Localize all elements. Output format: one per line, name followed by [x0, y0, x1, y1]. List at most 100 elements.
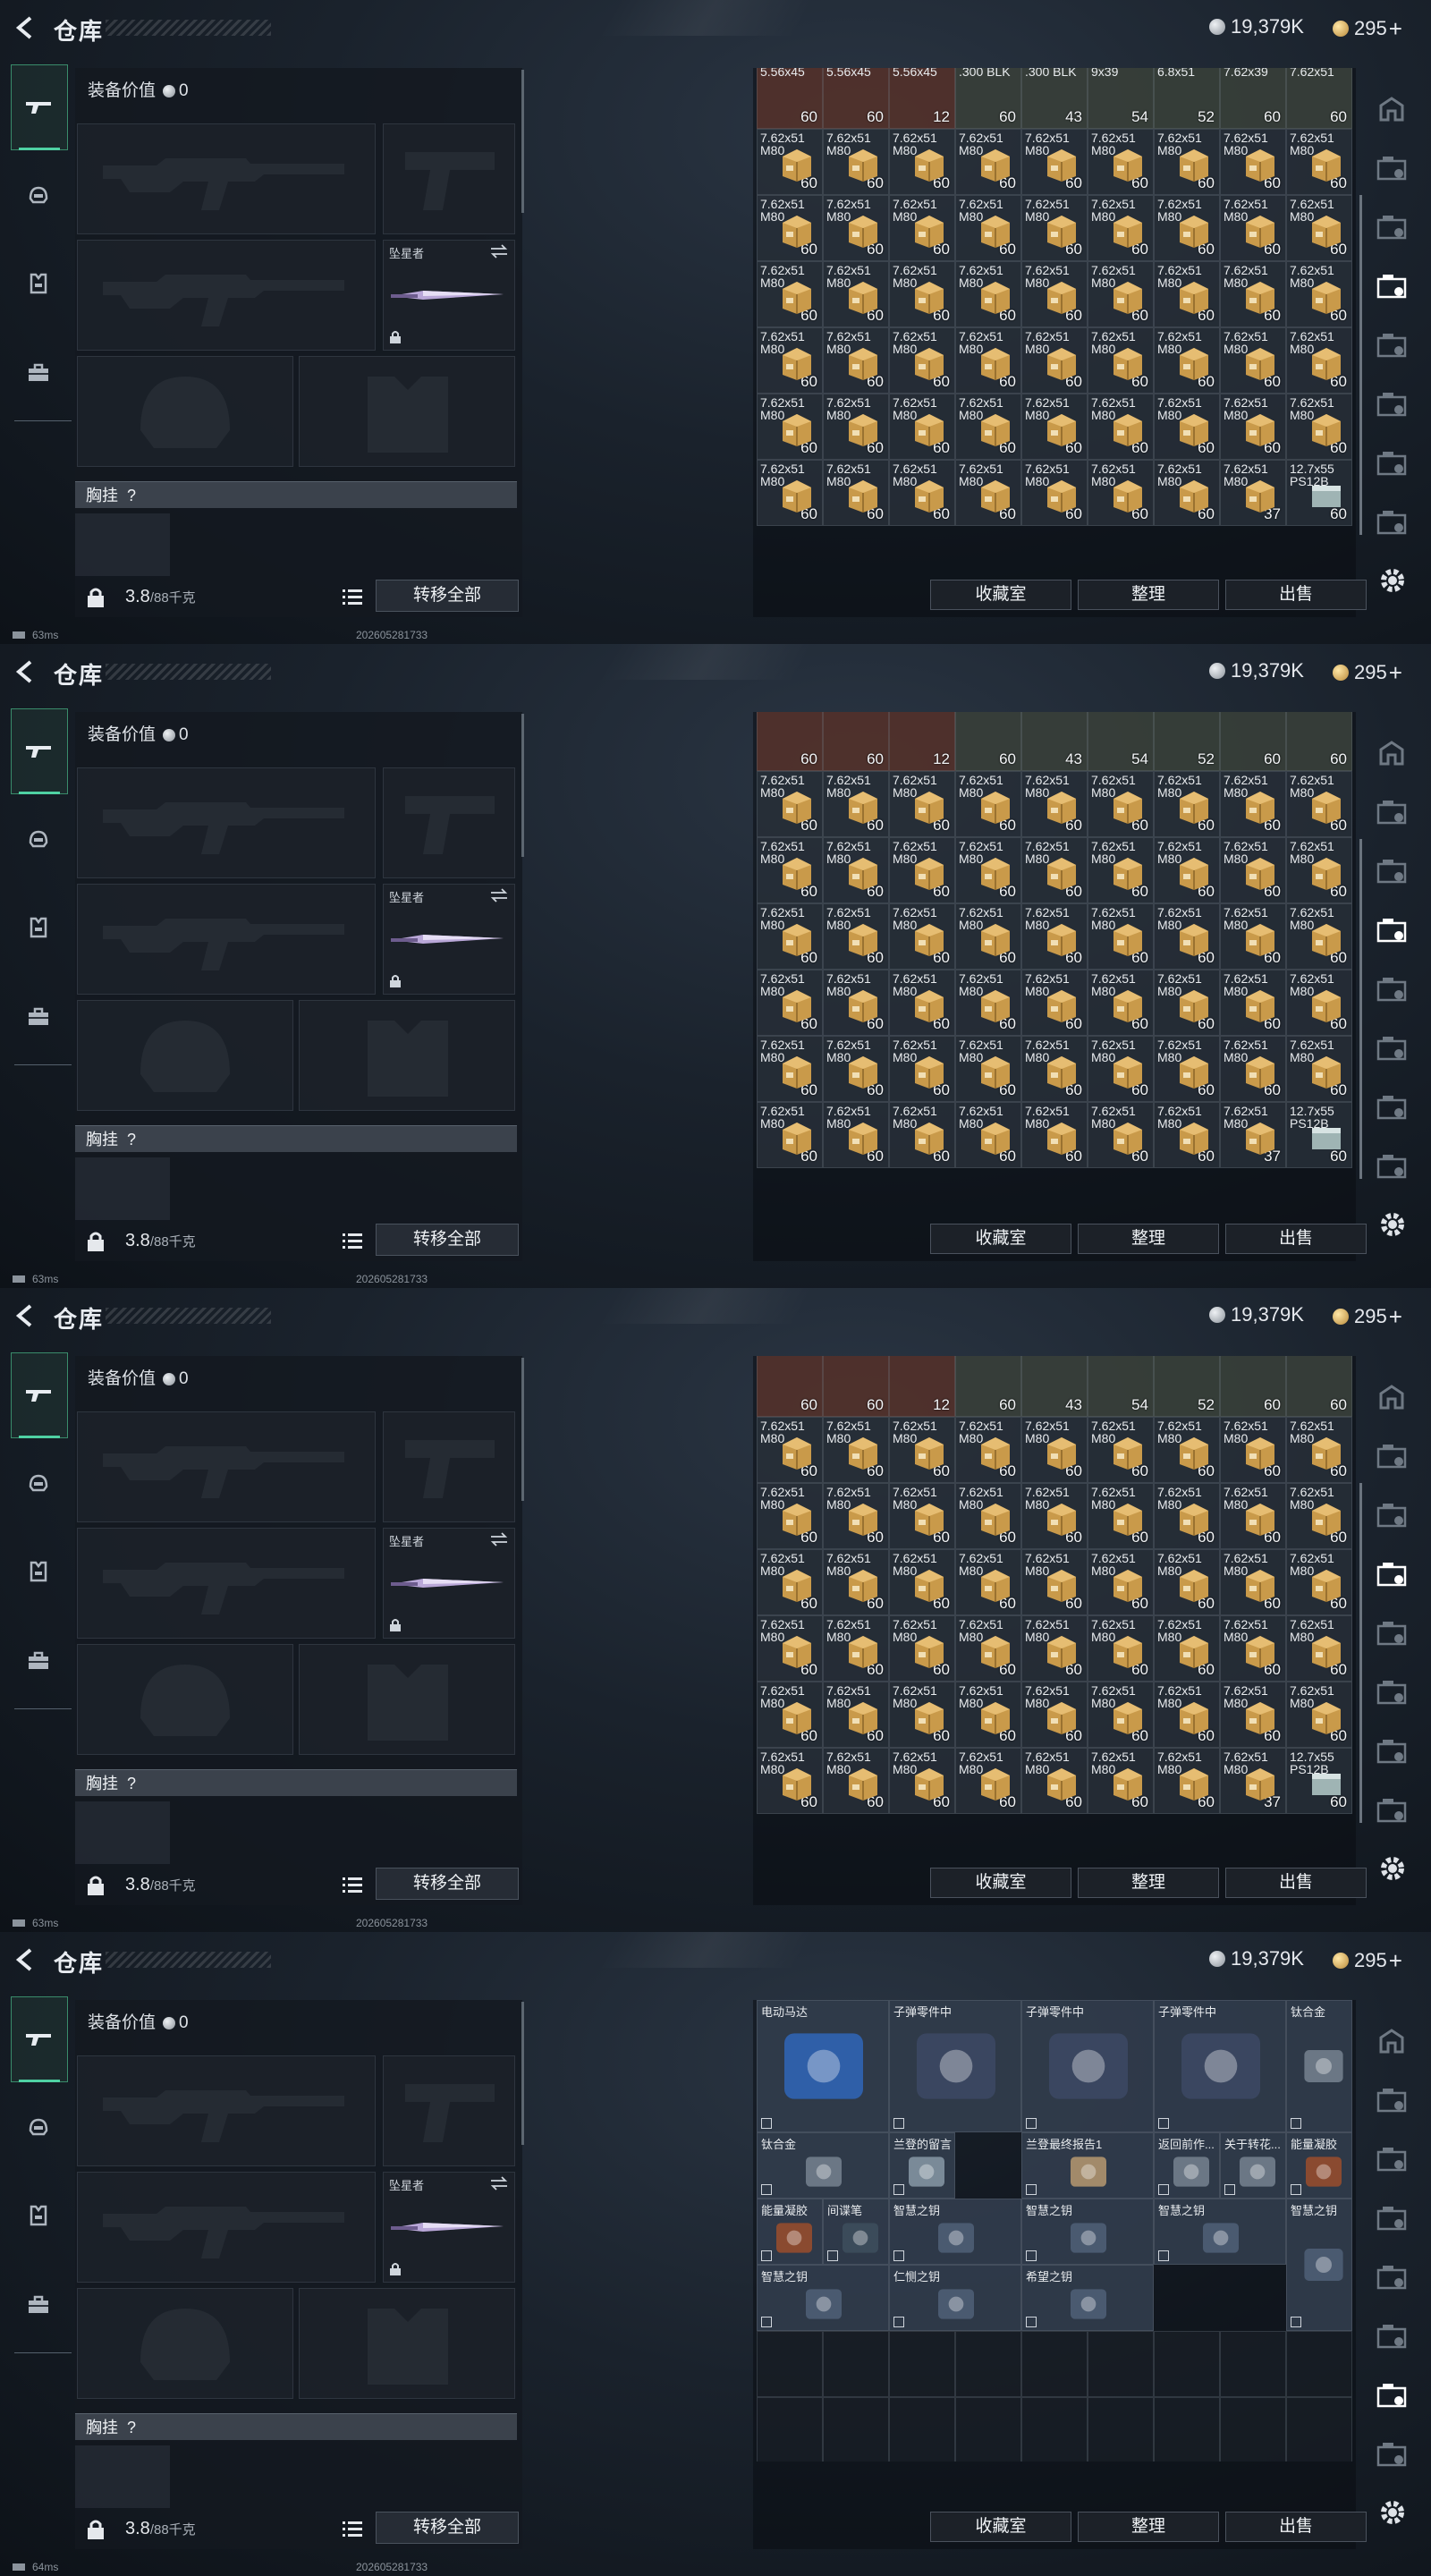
stash-tab[interactable] [1374, 794, 1410, 830]
ammo-cell[interactable]: 7.62x51 60 [1286, 68, 1352, 129]
melee-slot[interactable]: 坠星者 [383, 884, 515, 995]
stash-tab[interactable] [1374, 150, 1410, 186]
stash-tab[interactable] [1374, 1030, 1410, 1066]
ammo-cell[interactable]: 7.62x51 M80 60 [757, 1549, 823, 1615]
ammo-cell[interactable]: 7.62x51 M80 60 [823, 1682, 889, 1748]
ammo-cell[interactable]: 54 [1088, 712, 1154, 771]
ammo-cell[interactable]: 7.62x51 M80 60 [889, 1549, 955, 1615]
stash-item[interactable]: 智慧之钥 [757, 2265, 889, 2331]
ammo-cell[interactable]: 60 [757, 712, 823, 771]
ammo-cell[interactable]: 7.62x51 M80 60 [889, 1748, 955, 1814]
ammo-cell[interactable]: 7.62x51 M80 60 [757, 394, 823, 460]
secondary-weapon-slot[interactable] [383, 1411, 515, 1522]
ammo-cell[interactable]: 12.7x55 PS12B 60 [1286, 460, 1352, 526]
ammo-cell[interactable]: 7.62x51 M80 60 [1286, 261, 1352, 327]
tab-vest[interactable] [11, 886, 66, 970]
stash-tab[interactable] [1374, 1089, 1410, 1125]
empty-cell[interactable] [1154, 2397, 1220, 2462]
ammo-cell[interactable]: 60 [955, 1356, 1021, 1417]
empty-cell[interactable] [1088, 2397, 1154, 2462]
primary-weapon-slot[interactable] [77, 1411, 376, 1522]
ammo-cell[interactable]: 7.62x51 M80 60 [1286, 970, 1352, 1036]
sell-button[interactable]: 出售 [1225, 1224, 1367, 1254]
ammo-cell[interactable]: 7.62x51 M80 60 [1220, 1417, 1286, 1483]
collection-room-button[interactable]: 收藏室 [930, 2512, 1071, 2542]
stash-tab[interactable] [1374, 1497, 1410, 1533]
ammo-cell[interactable]: 43 [1021, 712, 1088, 771]
list-icon[interactable] [341, 1875, 364, 1894]
transfer-all-button[interactable]: 转移全部 [376, 1224, 519, 1256]
stash-tab[interactable] [1374, 1438, 1410, 1474]
ammo-cell[interactable]: 7.62x51 M80 60 [889, 970, 955, 1036]
ammo-cell[interactable]: 7.62x51 M80 60 [1088, 327, 1154, 394]
ammo-cell[interactable]: 7.62x51 M80 60 [1154, 837, 1220, 903]
loadout-scrollbar[interactable] [521, 714, 524, 857]
stash-tab[interactable] [1374, 209, 1410, 245]
ammo-cell[interactable]: 7.62x51 M80 60 [1220, 261, 1286, 327]
empty-cell[interactable] [757, 2397, 823, 2462]
ammo-cell[interactable]: 7.62x51 M80 60 [1220, 837, 1286, 903]
ammo-cell[interactable]: 7.62x51 M80 60 [823, 1036, 889, 1102]
ammo-cell[interactable]: 7.62x51 M80 60 [1286, 1549, 1352, 1615]
ammo-cell[interactable]: 7.62x51 M80 60 [955, 129, 1021, 195]
ammo-cell[interactable]: 7.62x51 M80 60 [757, 261, 823, 327]
ammo-cell[interactable]: 7.62x51 M80 60 [1021, 460, 1088, 526]
loadout-scrollbar[interactable] [521, 70, 524, 213]
home-tab[interactable] [1374, 91, 1410, 127]
sort-button[interactable]: 整理 [1078, 1224, 1219, 1254]
stash-item[interactable]: 关于转花... [1220, 2132, 1286, 2199]
empty-cell[interactable] [955, 2397, 1021, 2462]
ammo-cell[interactable]: 7.62x51 M80 60 [757, 460, 823, 526]
tertiary-weapon-slot[interactable] [77, 2172, 376, 2283]
ammo-cell[interactable]: 7.62x51 M80 60 [1021, 1483, 1088, 1549]
ammo-cell[interactable]: 7.62x51 M80 60 [1021, 394, 1088, 460]
ammo-cell[interactable]: 7.62x51 M80 60 [1154, 1615, 1220, 1682]
ammo-cell[interactable]: 7.62x51 M80 60 [1154, 1549, 1220, 1615]
ammo-cell[interactable]: 7.62x51 M80 60 [757, 1483, 823, 1549]
stash-tab[interactable] [1374, 1556, 1410, 1592]
ammo-cell[interactable]: 7.62x51 M80 60 [955, 1036, 1021, 1102]
collection-room-button[interactable]: 收藏室 [930, 580, 1071, 610]
ammo-cell[interactable]: 7.62x51 M80 60 [1220, 1682, 1286, 1748]
settings-gear-icon[interactable] [1377, 1853, 1408, 1884]
helmet-slot[interactable] [77, 1644, 293, 1755]
stash-tab[interactable] [1374, 2318, 1410, 2354]
ammo-cell[interactable]: 7.62x51 M80 60 [1286, 1483, 1352, 1549]
ammo-cell[interactable]: 7.62x51 M80 60 [1021, 1417, 1088, 1483]
ammo-cell[interactable]: 7.62x51 M80 60 [1088, 195, 1154, 261]
swap-icon[interactable] [489, 2176, 509, 2190]
stash-tab[interactable] [1374, 445, 1410, 481]
ammo-cell[interactable]: 7.62x51 M80 60 [1286, 903, 1352, 970]
ammo-cell[interactable]: 7.62x51 M80 60 [889, 837, 955, 903]
ammo-cell[interactable]: 7.62x51 M80 60 [823, 970, 889, 1036]
sort-button[interactable]: 整理 [1078, 1868, 1219, 1898]
tertiary-weapon-slot[interactable] [77, 1528, 376, 1639]
chest-rig-bar[interactable]: 胸挂 ? [75, 1769, 517, 1796]
ammo-cell[interactable]: 7.62x51 M80 60 [823, 195, 889, 261]
ammo-cell[interactable]: 52 [1154, 1356, 1220, 1417]
ammo-cell[interactable]: 7.62x51 M80 60 [955, 261, 1021, 327]
ammo-cell[interactable]: 7.62x51 M80 60 [1021, 1682, 1088, 1748]
ammo-cell[interactable]: 7.62x51 M80 60 [1286, 129, 1352, 195]
ammo-cell[interactable]: 7.62x51 M80 60 [823, 1615, 889, 1682]
ammo-cell[interactable]: 7.62x51 M80 60 [823, 327, 889, 394]
back-button[interactable] [13, 1946, 39, 1973]
stash-tab[interactable] [1374, 2436, 1410, 2472]
ammo-cell[interactable]: 7.62x51 M80 60 [889, 1417, 955, 1483]
ammo-cell[interactable]: 7.62x51 M80 60 [823, 837, 889, 903]
stash-item[interactable]: 钛合金 [757, 2132, 889, 2199]
empty-cell[interactable] [1286, 2397, 1352, 2462]
ammo-cell[interactable]: 7.62x51 M80 60 [1154, 129, 1220, 195]
add-currency-button[interactable]: + [1389, 15, 1402, 42]
back-button[interactable] [13, 14, 39, 41]
tertiary-weapon-slot[interactable] [77, 884, 376, 995]
tab-vest[interactable] [11, 1530, 66, 1614]
ammo-cell[interactable]: 7.62x51 M80 60 [955, 327, 1021, 394]
ammo-cell[interactable]: 7.62x51 M80 60 [1286, 771, 1352, 837]
stash-item[interactable]: 智慧之钥 [1286, 2199, 1352, 2331]
stash-item[interactable]: 兰登最终报告1 [1021, 2132, 1154, 2199]
empty-cell[interactable] [889, 2331, 955, 2397]
ammo-cell[interactable]: 7.62x51 M80 60 [1286, 1682, 1352, 1748]
tab-backpack[interactable] [11, 1619, 66, 1703]
ammo-cell[interactable]: 7.62x51 M80 60 [955, 1417, 1021, 1483]
